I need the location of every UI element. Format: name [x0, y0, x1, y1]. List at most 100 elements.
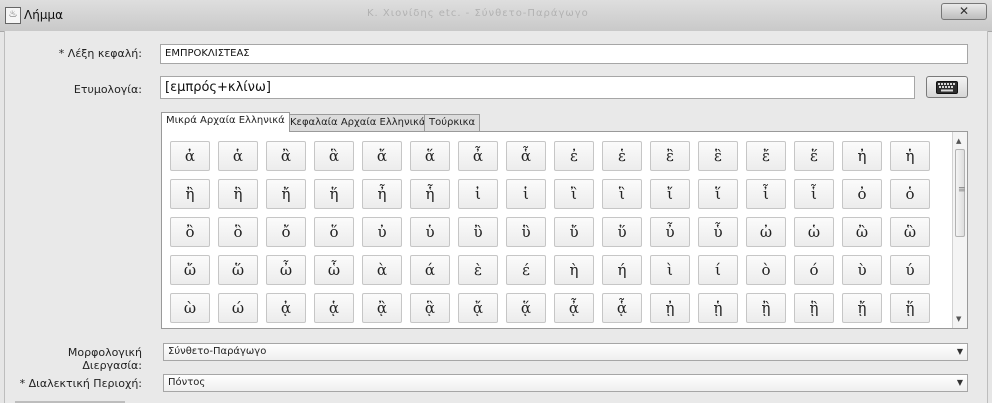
character-button[interactable]: ὔ: [554, 217, 594, 247]
character-button[interactable]: ὸ: [746, 255, 786, 285]
character-button[interactable]: ὶ: [650, 255, 690, 285]
character-button[interactable]: ᾕ: [890, 293, 930, 323]
character-button[interactable]: ὃ: [218, 217, 258, 247]
character-button[interactable]: ὀ: [842, 179, 882, 209]
character-button[interactable]: ἤ: [266, 179, 306, 209]
character-button[interactable]: ᾁ: [314, 293, 354, 323]
head-word-field[interactable]: ΕΜΠΡΟΚΛΙΣΤΕΑΣ: [160, 44, 968, 64]
character-button[interactable]: ἑ: [602, 141, 642, 171]
character-button[interactable]: ᾀ: [266, 293, 306, 323]
character-button[interactable]: ὥ: [218, 255, 258, 285]
character-button[interactable]: ό: [794, 255, 834, 285]
character-button[interactable]: ὣ: [890, 217, 930, 247]
character-button[interactable]: ἅ: [410, 141, 450, 171]
tab-turkish[interactable]: Τούρκικα: [424, 114, 481, 132]
character-button[interactable]: ἠ: [842, 141, 882, 171]
etymology-label: Ετυμολογία:: [73, 83, 142, 96]
character-button[interactable]: ᾅ: [506, 293, 546, 323]
character-button[interactable]: ὤ: [170, 255, 210, 285]
character-button[interactable]: ὴ: [554, 255, 594, 285]
character-button[interactable]: ὲ: [458, 255, 498, 285]
character-button[interactable]: ᾃ: [410, 293, 450, 323]
character-button[interactable]: ἃ: [314, 141, 354, 171]
character-button[interactable]: ἣ: [218, 179, 258, 209]
character-button[interactable]: ὼ: [170, 293, 210, 323]
character-button[interactable]: ἳ: [602, 179, 642, 209]
character-button[interactable]: ἰ: [458, 179, 498, 209]
character-button[interactable]: ᾓ: [794, 293, 834, 323]
scroll-up-icon[interactable]: ▲: [956, 137, 961, 145]
java-app-icon: ♨: [5, 7, 21, 24]
character-button[interactable]: ὁ: [890, 179, 930, 209]
character-button[interactable]: ύ: [890, 255, 930, 285]
character-button[interactable]: ὓ: [506, 217, 546, 247]
character-button[interactable]: ά: [410, 255, 450, 285]
character-button[interactable]: ὢ: [842, 217, 882, 247]
character-button[interactable]: ἐ: [554, 141, 594, 171]
scroll-down-icon[interactable]: ▼: [956, 315, 961, 323]
character-button[interactable]: ἒ: [650, 141, 690, 171]
character-button[interactable]: ὅ: [314, 217, 354, 247]
character-button[interactable]: ὠ: [746, 217, 786, 247]
dialect-value: Πόντος: [168, 377, 206, 388]
character-button[interactable]: ἇ: [506, 141, 546, 171]
character-button[interactable]: ἦ: [362, 179, 402, 209]
tab-small-ancient-greek[interactable]: Μικρά Αρχαία Ελληνικά: [161, 112, 290, 132]
etymology-field[interactable]: [εμπρός+κλίνω]: [160, 76, 915, 99]
character-button[interactable]: ὰ: [362, 255, 402, 285]
close-button[interactable]: ✕: [941, 3, 987, 20]
morphology-select[interactable]: Σύνθετο-Παράγωγο ▼: [163, 343, 968, 361]
chevron-down-icon[interactable]: ▼: [957, 375, 963, 391]
character-button[interactable]: ἀ: [170, 141, 210, 171]
character-button[interactable]: ὒ: [458, 217, 498, 247]
character-button[interactable]: ἢ: [170, 179, 210, 209]
character-button[interactable]: ή: [602, 255, 642, 285]
character-button[interactable]: ᾒ: [746, 293, 786, 323]
character-button[interactable]: έ: [506, 255, 546, 285]
character-button[interactable]: ὖ: [650, 217, 690, 247]
character-button[interactable]: ὐ: [362, 217, 402, 247]
character-button[interactable]: ὂ: [170, 217, 210, 247]
character-button[interactable]: ἷ: [794, 179, 834, 209]
scrollbar-thumb[interactable]: ≡: [955, 149, 966, 237]
character-button[interactable]: ὄ: [266, 217, 306, 247]
character-button[interactable]: ὦ: [266, 255, 306, 285]
character-button[interactable]: ἲ: [554, 179, 594, 209]
character-button[interactable]: ἄ: [362, 141, 402, 171]
character-button[interactable]: ἕ: [794, 141, 834, 171]
character-button[interactable]: ᾂ: [362, 293, 402, 323]
character-button[interactable]: ὗ: [698, 217, 738, 247]
character-button[interactable]: ἴ: [650, 179, 690, 209]
character-button[interactable]: ἡ: [890, 141, 930, 171]
keyboard-icon: [936, 81, 958, 94]
character-button[interactable]: ὕ: [602, 217, 642, 247]
character-button[interactable]: ἁ: [218, 141, 258, 171]
character-button[interactable]: ἆ: [458, 141, 498, 171]
character-scrollbar[interactable]: ▲ ≡ ▼: [952, 132, 967, 328]
character-button[interactable]: ὑ: [410, 217, 450, 247]
character-button[interactable]: ᾐ: [650, 293, 690, 323]
character-button[interactable]: ἂ: [266, 141, 306, 171]
chevron-down-icon[interactable]: ▼: [957, 344, 963, 360]
character-button[interactable]: ᾑ: [698, 293, 738, 323]
character-button[interactable]: ᾔ: [842, 293, 882, 323]
character-button[interactable]: ώ: [218, 293, 258, 323]
character-button[interactable]: ᾆ: [554, 293, 594, 323]
character-button[interactable]: ἱ: [506, 179, 546, 209]
morphology-value: Σύνθετο-Παράγωγο: [168, 346, 267, 357]
character-button[interactable]: ᾇ: [602, 293, 642, 323]
character-button[interactable]: ἔ: [746, 141, 786, 171]
tab-capital-ancient-greek[interactable]: Κεφαλαία Αρχαία Ελληνικά: [285, 114, 431, 132]
dialect-select[interactable]: Πόντος ▼: [163, 374, 968, 392]
character-button[interactable]: ὧ: [314, 255, 354, 285]
character-button[interactable]: ὡ: [794, 217, 834, 247]
character-button[interactable]: ᾄ: [458, 293, 498, 323]
character-button[interactable]: ἥ: [314, 179, 354, 209]
character-button[interactable]: ὺ: [842, 255, 882, 285]
keyboard-button[interactable]: [926, 76, 968, 98]
character-button[interactable]: ἶ: [746, 179, 786, 209]
character-button[interactable]: ἵ: [698, 179, 738, 209]
character-button[interactable]: ί: [698, 255, 738, 285]
character-button[interactable]: ἧ: [410, 179, 450, 209]
character-button[interactable]: ἓ: [698, 141, 738, 171]
